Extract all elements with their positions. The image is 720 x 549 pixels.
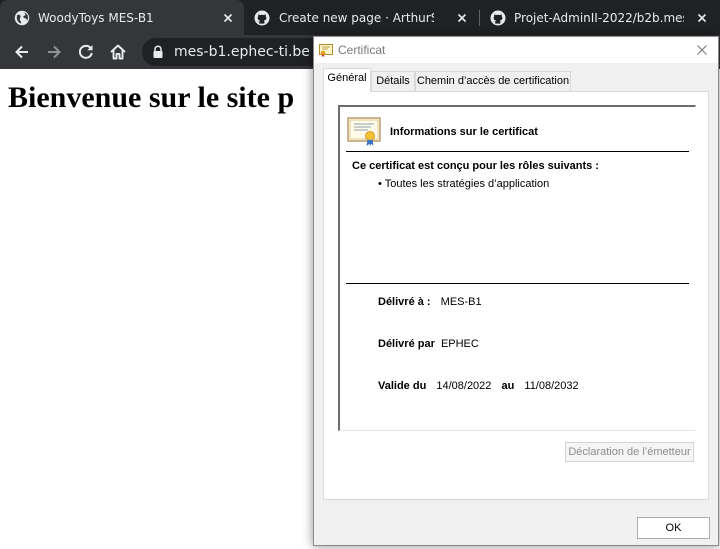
divider: [346, 151, 689, 152]
valid-from-label: Valide du: [378, 380, 427, 392]
issued-to-value: MES-B1: [440, 296, 482, 308]
globe-icon: [14, 10, 30, 26]
certificate-dialog: Certificat Général Détails Chemin d’accè…: [313, 36, 719, 546]
issued-by-label: Délivré par: [378, 338, 435, 350]
github-icon: [490, 10, 506, 26]
certificate-icon: [319, 44, 333, 57]
issued-to-label: Délivré à :: [378, 296, 431, 308]
dialog-tabs: Général Détails Chemin d’accès de certif…: [314, 68, 718, 92]
tab-close-icon[interactable]: [220, 10, 236, 26]
ok-button[interactable]: OK: [637, 517, 710, 539]
home-icon[interactable]: [108, 42, 128, 62]
close-icon[interactable]: [694, 42, 710, 58]
certificate-icon: [347, 117, 381, 147]
tab-title: Projet-AdminII-2022/b2b.mes-b: [514, 11, 684, 25]
tab-create-new-page[interactable]: Create new page · ArthurSchamb: [244, 0, 478, 35]
back-arrow-icon[interactable]: [12, 42, 32, 62]
issued-by-row: Délivré par EPHEC: [378, 337, 479, 351]
dialog-title: Certificat: [338, 43, 386, 57]
tab-details[interactable]: Détails: [371, 71, 415, 91]
certificate-info-frame: Informations sur le certificat Ce certif…: [338, 105, 696, 431]
tab-title: Create new page · ArthurSchamb: [279, 11, 434, 25]
divider: [346, 283, 689, 284]
github-icon: [254, 10, 270, 26]
valid-to-label: au: [501, 380, 515, 392]
address-bar[interactable]: mes-b1.ephec-ti.be: [142, 38, 342, 66]
validity-row: Valide du 14/08/2022 au 11/08/2032: [378, 379, 579, 393]
page-heading: Bienvenue sur le site p: [8, 81, 295, 114]
lock-icon[interactable]: [152, 45, 164, 59]
certificate-info-title: Informations sur le certificat: [390, 126, 538, 138]
role-item: • Toutes les stratégies d’application: [378, 178, 550, 190]
general-panel: Informations sur le certificat Ce certif…: [323, 91, 709, 500]
reload-icon[interactable]: [76, 42, 96, 62]
tab-strip: WoodyToys MES-B1 Create new page · Arthu…: [0, 0, 720, 35]
issued-by-value: EPHEC: [440, 338, 479, 350]
valid-to-value: 11/08/2032: [524, 380, 579, 392]
forward-arrow-icon[interactable]: [44, 42, 64, 62]
tab-general[interactable]: Général: [323, 68, 371, 92]
roles-heading: Ce certificat est conçu pour les rôles s…: [352, 160, 599, 172]
tab-woodytoys[interactable]: WoodyToys MES-B1: [0, 0, 244, 35]
url-text: mes-b1.ephec-ti.be: [174, 44, 310, 60]
issued-to-row: Délivré à : MES-B1: [378, 295, 482, 309]
tab-close-icon[interactable]: [454, 10, 470, 26]
tab-title: WoodyToys MES-B1: [38, 11, 154, 25]
issuer-statement-button[interactable]: Déclaration de l’émetteur: [565, 442, 694, 462]
tab-close-icon[interactable]: [694, 10, 710, 26]
valid-from-value: 14/08/2022: [436, 380, 492, 392]
tab-projet-admin[interactable]: Projet-AdminII-2022/b2b.mes-b: [480, 0, 720, 35]
dialog-titlebar[interactable]: Certificat: [314, 37, 718, 63]
tab-certification-path[interactable]: Chemin d’accès de certification: [415, 71, 571, 91]
